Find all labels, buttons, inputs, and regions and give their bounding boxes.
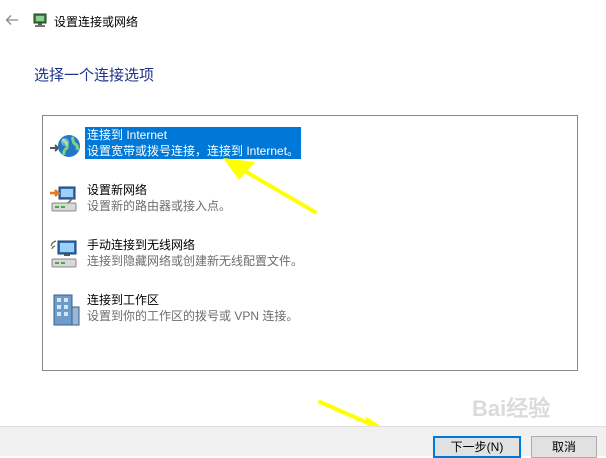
option-text: 手动连接到无线网络 连接到隐藏网络或创建新无线配置文件。 xyxy=(85,237,305,269)
page-heading: 选择一个连接选项 xyxy=(34,67,155,84)
connection-options-list[interactable]: 连接到 Internet 设置宽带或拨号连接，连接到 Internet。 设置新… xyxy=(42,115,578,371)
option-text: 连接到工作区 设置到你的工作区的拨号或 VPN 连接。 xyxy=(85,292,300,324)
network-setup-icon xyxy=(33,13,47,27)
option-connect-internet[interactable]: 连接到 Internet 设置宽带或拨号连接，连接到 Internet。 xyxy=(46,123,566,167)
svg-text:Bai经验: Bai经验 xyxy=(472,396,550,421)
option-description: 连接到隐藏网络或创建新无线配置文件。 xyxy=(87,254,304,268)
dialog-footer: 下一步(N) 取消 xyxy=(0,426,606,458)
globe-icon xyxy=(50,135,80,157)
option-connect-workplace[interactable]: 连接到工作区 设置到你的工作区的拨号或 VPN 连接。 xyxy=(46,288,566,332)
title-bar: 设置连接或网络 xyxy=(0,0,606,40)
option-title: 手动连接到无线网络 xyxy=(87,238,196,252)
option-new-network[interactable]: 设置新网络 设置新的路由器或接入点。 xyxy=(46,178,566,222)
option-text: 连接到 Internet 设置宽带或拨号连接，连接到 Internet。 xyxy=(85,127,302,159)
option-description: 设置到你的工作区的拨号或 VPN 连接。 xyxy=(87,309,299,323)
back-arrow-icon[interactable] xyxy=(4,12,20,28)
option-description: 设置新的路由器或接入点。 xyxy=(87,199,232,213)
workplace-icon xyxy=(53,294,80,326)
new-network-icon xyxy=(50,186,77,212)
baidu-watermark-logo: Bai经验 xyxy=(472,396,550,421)
option-text: 设置新网络 设置新的路由器或接入点。 xyxy=(85,182,233,214)
option-title: 连接到工作区 xyxy=(87,293,160,307)
option-description: 设置宽带或拨号连接，连接到 Internet。 xyxy=(87,144,300,158)
window-title: 设置连接或网络 xyxy=(54,15,139,29)
wireless-network-icon xyxy=(50,240,77,268)
option-manual-wireless[interactable]: 手动连接到无线网络 连接到隐藏网络或创建新无线配置文件。 xyxy=(46,233,566,277)
option-title: 设置新网络 xyxy=(87,183,148,197)
option-title: 连接到 Internet xyxy=(87,128,168,142)
